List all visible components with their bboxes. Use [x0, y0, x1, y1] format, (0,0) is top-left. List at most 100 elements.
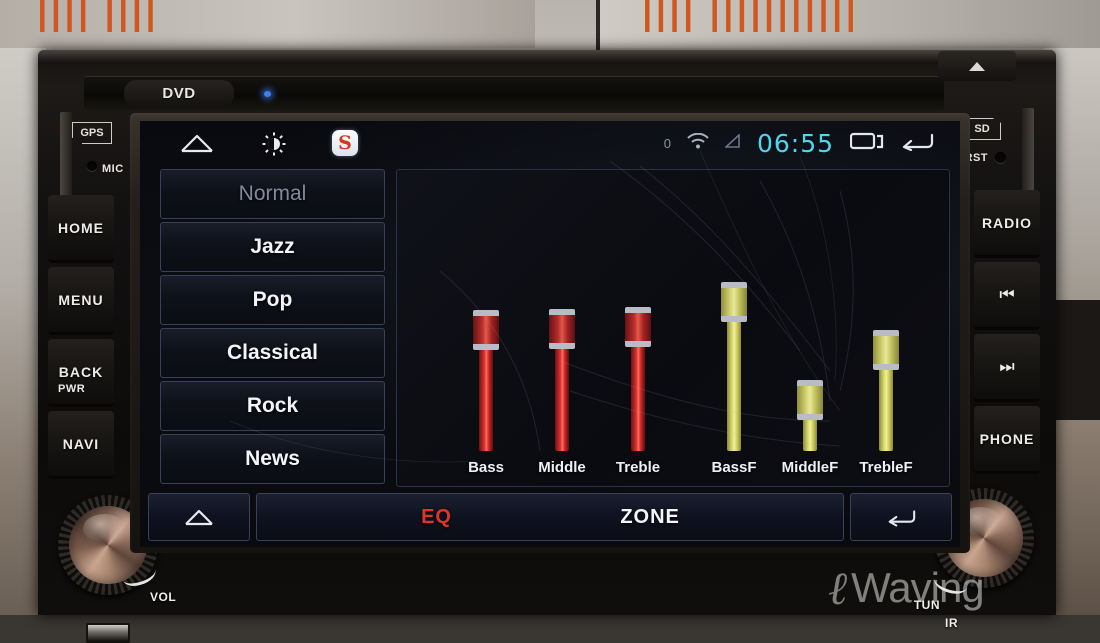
home-icon — [185, 509, 213, 526]
preset-label-news: News — [245, 447, 300, 470]
eq-slider-track-treblef[interactable] — [873, 271, 899, 451]
back-arrow-icon[interactable] — [900, 131, 934, 156]
signal-icon — [723, 132, 741, 153]
eq-slider-bass[interactable]: Bass — [449, 271, 523, 476]
preset-item-news[interactable]: News — [160, 434, 385, 484]
eq-slider-label-treble: Treble — [615, 459, 661, 476]
eq-slider-label-bassf: BassF — [711, 459, 757, 476]
eq-slider-label-bass: Bass — [468, 459, 504, 476]
eq-slider-middlef[interactable]: MiddleF — [773, 271, 847, 476]
eject-button[interactable] — [938, 51, 1016, 81]
eq-slider-treble[interactable]: Treble — [601, 271, 675, 476]
brightness-icon[interactable] — [262, 132, 286, 156]
eq-slider-label-treblef: TrebleF — [859, 459, 913, 476]
dvd-label: DVD — [162, 85, 196, 102]
eq-slider-knob-bass[interactable] — [473, 310, 499, 350]
status-bar-left-group: S — [140, 130, 358, 156]
gps-label: GPS — [80, 127, 104, 139]
eq-slider-knob-middle[interactable] — [549, 309, 575, 349]
volume-knob-label: VOL — [150, 590, 177, 604]
eq-slider-track-middlef[interactable] — [797, 271, 823, 451]
previous-track-icon: ⏮ — [999, 284, 1015, 304]
preset-label-jazz: Jazz — [250, 235, 295, 258]
preset-item-normal[interactable]: Normal — [160, 169, 385, 219]
recent-apps-icon[interactable] — [849, 131, 884, 156]
preset-item-rock[interactable]: Rock — [160, 381, 385, 431]
nav-zone-button[interactable]: ZONE — [620, 506, 680, 529]
nav-eq-button[interactable]: EQ — [421, 506, 452, 529]
eq-slider-knob-bassf[interactable] — [721, 282, 747, 322]
preset-label-pop: Pop — [252, 288, 293, 311]
screen-bezel: S 0 06:55 Normal Jazz Pop Classical Rock… — [130, 113, 970, 553]
eq-slider-knob-treblef[interactable] — [873, 330, 899, 370]
preset-item-classical[interactable]: Classical — [160, 328, 385, 378]
eq-slider-treblef[interactable]: TrebleF — [849, 271, 923, 476]
back-arrow-icon — [888, 510, 916, 527]
eq-slider-fill-bassf — [727, 302, 741, 451]
eq-slider-track-bassf[interactable] — [721, 271, 747, 451]
background-seam — [596, 0, 600, 50]
eq-slider-knob-middlef[interactable] — [797, 380, 823, 420]
chassis-top-edge — [38, 50, 1056, 64]
hardware-button-back[interactable]: BACK — [48, 339, 114, 407]
usb-port[interactable] — [86, 623, 130, 643]
dvd-button[interactable]: DVD — [124, 80, 234, 107]
nav-home-button[interactable] — [148, 493, 250, 541]
hardware-button-menu[interactable]: MENU — [48, 267, 114, 335]
microphone-hole — [87, 161, 97, 171]
preset-item-pop[interactable]: Pop — [160, 275, 385, 325]
reset-button[interactable] — [995, 152, 1006, 163]
eq-slider-label-middle: Middle — [538, 459, 586, 476]
hardware-button-back-label: BACK — [58, 363, 104, 380]
preset-item-jazz[interactable]: Jazz — [160, 222, 385, 272]
notification-count: 0 — [663, 135, 671, 151]
hardware-button-previous-track[interactable]: ⏮ — [974, 262, 1040, 330]
preset-label-normal: Normal — [238, 182, 307, 205]
status-bar: S 0 06:55 — [140, 121, 960, 165]
status-clock: 06:55 — [756, 128, 834, 158]
ir-receiver-label: IR — [945, 616, 958, 630]
hardware-button-home-label: HOME — [58, 219, 104, 236]
nav-back-button[interactable] — [850, 493, 952, 541]
car-stereo-head-unit: DVD GPS MIC SD RST HOME MENU BACK NAVI P… — [38, 50, 1056, 643]
preset-label-classical: Classical — [226, 341, 319, 364]
power-label: PWR — [58, 383, 86, 395]
eq-slider-track-treble[interactable] — [625, 271, 651, 451]
wifi-icon — [687, 132, 709, 154]
right-button-bank: RADIO ⏮ ⏭ PHONE — [974, 190, 1044, 520]
gps-slot-badge: GPS — [72, 122, 112, 144]
dvd-disc-slot[interactable]: DVD — [84, 76, 944, 110]
eq-slider-track-middle[interactable] — [549, 271, 575, 451]
eq-slider-label-middlef: MiddleF — [781, 459, 839, 476]
background-text-left: |||| |||| — [35, 0, 157, 32]
eq-slider-middle[interactable]: Middle — [525, 271, 599, 476]
hardware-button-radio[interactable]: RADIO — [974, 190, 1040, 258]
home-icon[interactable] — [180, 133, 214, 153]
eq-preset-list: Normal Jazz Pop Classical Rock News — [160, 169, 385, 487]
hardware-button-navi-label: NAVI — [62, 435, 100, 452]
equalizer-slider-group: Bass Middle Treble BassF MiddleF TrebleF — [397, 170, 949, 486]
eq-slider-bassf[interactable]: BassF — [697, 271, 771, 476]
preset-label-rock: Rock — [246, 394, 299, 417]
volume-knob-highlight — [83, 513, 126, 544]
next-track-icon: ⏭ — [999, 356, 1015, 376]
s-app-glyph: S — [338, 131, 352, 154]
status-bar-right-group: 0 06:55 — [664, 129, 960, 158]
hardware-button-navi[interactable]: NAVI — [48, 411, 114, 479]
eq-slider-knob-treble[interactable] — [625, 307, 651, 347]
dvd-slot-row: DVD — [62, 76, 1012, 116]
s-app-icon[interactable]: S — [332, 130, 358, 156]
lcd-screen[interactable]: S 0 06:55 Normal Jazz Pop Classical Rock… — [140, 121, 960, 547]
mic-label: MIC — [102, 163, 124, 175]
hardware-button-home[interactable]: HOME — [48, 195, 114, 263]
hardware-button-phone-label: PHONE — [979, 430, 1035, 447]
hardware-button-radio-label: RADIO — [981, 214, 1033, 231]
hardware-button-menu-label: MENU — [58, 291, 104, 308]
eq-slider-track-bass[interactable] — [473, 271, 499, 451]
hardware-button-next-track[interactable]: ⏭ — [974, 334, 1040, 402]
bottom-navigation-bar: EQ ZONE — [148, 493, 952, 541]
equalizer-panel: Bass Middle Treble BassF MiddleF TrebleF — [396, 169, 950, 487]
eject-icon — [969, 61, 985, 71]
background-text-right: |||| ||||||||||| — [640, 0, 858, 32]
hardware-button-phone[interactable]: PHONE — [974, 406, 1040, 474]
